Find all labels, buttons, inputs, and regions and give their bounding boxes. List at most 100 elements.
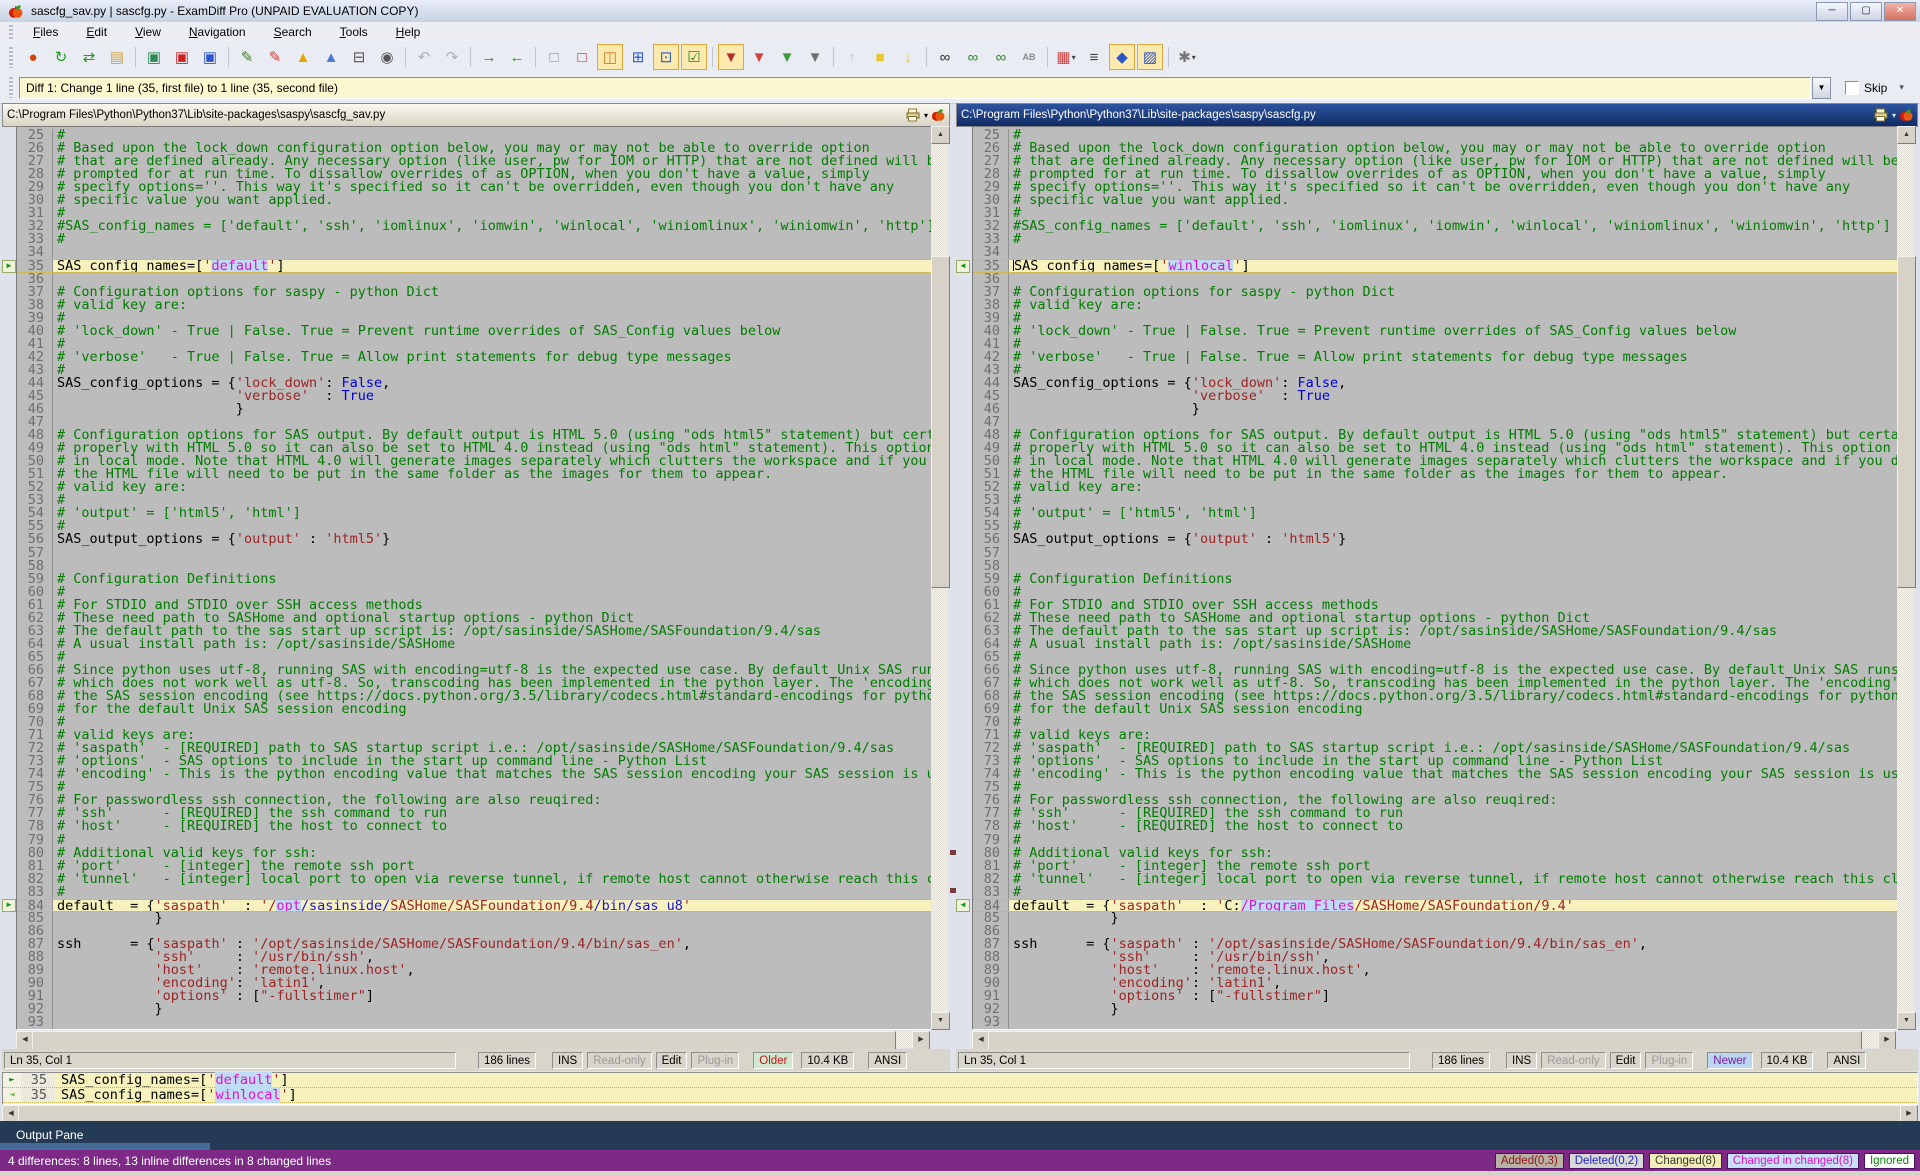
code-line[interactable]: 28# prompted for at run time. To dissall… — [973, 168, 1897, 181]
code-line[interactable]: 43# — [17, 364, 931, 377]
code-line[interactable]: 84default = {'saspath' : '/opt/sasinside… — [17, 899, 931, 912]
code-line[interactable]: 85 } — [973, 912, 1897, 925]
code-line[interactable]: 59# Configuration Definitions — [17, 573, 931, 586]
code-line[interactable]: 60# — [17, 586, 931, 599]
plugin-options-button[interactable]: ▨ — [1137, 44, 1163, 70]
code-line[interactable]: 69# for the default Unix SAS session enc… — [17, 703, 931, 716]
code-line[interactable]: 65# — [973, 651, 1897, 664]
code-line[interactable]: 83# — [17, 886, 931, 899]
code-line[interactable]: 84default = {'saspath' : 'C:/Program Fil… — [973, 899, 1897, 912]
left-horizontal-scrollbar[interactable]: ◀ ▶ — [16, 1031, 930, 1048]
code-line[interactable]: 72# 'saspath' - [REQUIRED] path to SAS s… — [17, 742, 931, 755]
code-line[interactable]: 56SAS_output_options = {'output' : 'html… — [17, 533, 931, 546]
code-line[interactable]: 45 'verbose' : True — [973, 390, 1897, 403]
scroll-down-icon[interactable]: ▼ — [931, 1012, 950, 1030]
code-line[interactable]: 71# valid keys are: — [17, 729, 931, 742]
code-line[interactable]: 40# 'lock_down' - True | False. True = P… — [17, 325, 931, 338]
code-line[interactable]: 46 } — [973, 403, 1897, 416]
code-line[interactable]: 75# — [17, 781, 931, 794]
code-line[interactable]: 53# — [973, 494, 1897, 507]
code-line[interactable]: 49# properly with HTML 5.0 so it can als… — [973, 442, 1897, 455]
code-line[interactable]: 37# Configuration options for saspy - py… — [17, 286, 931, 299]
code-line[interactable]: 44SAS_config_options = {'lock_down': Fal… — [973, 377, 1897, 390]
code-line[interactable]: 85 } — [17, 912, 931, 925]
current-difference-button[interactable]: ■ — [867, 44, 893, 70]
code-line[interactable]: 78# 'host' - [REQUIRED] the host to conn… — [973, 820, 1897, 833]
copy-block-left-button[interactable]: ← — [504, 44, 530, 70]
find-button[interactable]: ∞ — [932, 44, 958, 70]
code-line[interactable]: 89 'host' : 'remote.linux.host', — [17, 964, 931, 977]
code-line[interactable]: 58 — [973, 560, 1897, 573]
code-line[interactable]: 41# — [973, 338, 1897, 351]
code-line[interactable]: 39# — [17, 312, 931, 325]
left-vertical-scrollbar[interactable]: ▲ ▼ — [931, 126, 948, 1030]
code-line[interactable]: 33# — [17, 233, 931, 246]
detail-horizontal-scrollbar[interactable]: ◀ ▶ — [2, 1105, 1918, 1121]
code-line[interactable]: 61# For STDIO and STDIO over SSH access … — [973, 599, 1897, 612]
save-button[interactable]: ▣ — [141, 44, 167, 70]
chevron-down-icon[interactable]: ▾ — [1899, 82, 1904, 93]
code-line[interactable]: 94 — [973, 1029, 1897, 1030]
menu-item-tools[interactable]: Tools — [326, 23, 382, 41]
minimize-button[interactable]: ─ — [1816, 2, 1848, 21]
code-line[interactable]: 70# — [17, 716, 931, 729]
second-file-header[interactable]: C:\Program Files\Python\Python37\Lib\sit… — [956, 103, 1918, 127]
code-line[interactable]: 93 — [17, 1016, 931, 1029]
menu-item-search[interactable]: Search — [260, 23, 326, 41]
code-line[interactable]: 70# — [973, 716, 1897, 729]
show-differences-button[interactable]: □ — [569, 44, 595, 70]
grid-view-button[interactable]: ⊞ — [625, 44, 651, 70]
print-icon[interactable] — [1874, 108, 1889, 122]
chevron-down-icon[interactable]: ▾ — [1892, 111, 1896, 120]
code-line[interactable]: 60# — [973, 586, 1897, 599]
code-line[interactable]: 41# — [17, 338, 931, 351]
menu-item-files[interactable]: Files — [19, 23, 72, 41]
code-line[interactable]: 56SAS_output_options = {'output' : 'html… — [973, 533, 1897, 546]
code-line[interactable]: 57 — [973, 547, 1897, 560]
code-line[interactable]: 79# — [973, 834, 1897, 847]
code-line[interactable]: 46 } — [17, 403, 931, 416]
save-all-button[interactable]: ▣ — [197, 44, 223, 70]
first-file-editor[interactable]: 25#26# Based upon the lock_down configur… — [16, 126, 932, 1030]
second-file-editor[interactable]: 25#26# Based upon the lock_down configur… — [972, 126, 1898, 1030]
code-line[interactable]: 76# For passwordless ssh connection, the… — [17, 794, 931, 807]
save-report-button[interactable]: ▲ — [290, 44, 316, 70]
code-line[interactable]: 87ssh = {'saspath' : '/opt/sasinside/SAS… — [17, 938, 931, 951]
previous-difference-button[interactable]: ↑ — [839, 44, 865, 70]
toolbar-grip[interactable] — [9, 77, 13, 99]
edit-first-file-button[interactable]: ✎ — [234, 44, 260, 70]
diff-marker-icon[interactable]: ► — [2, 899, 16, 912]
diff-marker-icon[interactable]: ► — [2, 260, 16, 273]
show-identical-button[interactable]: □ — [541, 44, 567, 70]
code-line[interactable]: 51# the HTML file will need to be put in… — [973, 468, 1897, 481]
right-vertical-scrollbar[interactable]: ▲ ▼ — [1897, 126, 1914, 1030]
code-line[interactable]: 72# 'saspath' - [REQUIRED] path to SAS s… — [973, 742, 1897, 755]
code-line[interactable]: 45 'verbose' : True — [17, 390, 931, 403]
code-line[interactable]: 66# Since python uses utf-8, running SAS… — [17, 664, 931, 677]
code-line[interactable]: 80# Additional valid keys for ssh: — [17, 847, 931, 860]
menu-item-view[interactable]: View — [121, 23, 175, 41]
code-line[interactable]: 81# 'port' - [integer] the remote ssh po… — [17, 860, 931, 873]
skip-checkbox[interactable] — [1845, 81, 1859, 95]
code-line[interactable]: 36 — [973, 273, 1897, 286]
redo-button[interactable]: ↷ — [439, 44, 465, 70]
code-line[interactable]: 25# — [17, 129, 931, 142]
code-line[interactable]: 91 'options' : ["-fullstimer"] — [17, 990, 931, 1003]
scroll-down-icon[interactable]: ▼ — [1897, 1012, 1916, 1030]
code-line[interactable]: 34 — [17, 246, 931, 259]
code-line[interactable]: 90 'encoding': 'latin1', — [17, 977, 931, 990]
code-line[interactable]: 54# 'output' = ['html5', 'html'] — [17, 507, 931, 520]
code-line[interactable]: 52# valid key are: — [17, 481, 931, 494]
code-line[interactable]: 75# — [973, 781, 1897, 794]
diff-marker-icon[interactable]: ◄ — [956, 260, 970, 273]
code-line[interactable]: 57 — [17, 547, 931, 560]
code-line[interactable]: 32#SAS_config_names = ['default', 'ssh',… — [17, 220, 931, 233]
code-line[interactable]: 82# 'tunnel' - [integer] local port to o… — [17, 873, 931, 886]
code-line[interactable]: 58 — [17, 560, 931, 573]
code-line[interactable]: 87ssh = {'saspath' : '/opt/sasinside/SAS… — [973, 938, 1897, 951]
scroll-right-icon[interactable]: ▶ — [1878, 1031, 1896, 1050]
code-line[interactable]: 42# 'verbose' - True | False. True = All… — [17, 351, 931, 364]
code-line[interactable]: 31# — [973, 207, 1897, 220]
code-line[interactable]: 35SAS_config_names=['winlocal'] — [973, 259, 1897, 272]
code-line[interactable]: 77# 'ssh' - [REQUIRED] the ssh command t… — [17, 807, 931, 820]
